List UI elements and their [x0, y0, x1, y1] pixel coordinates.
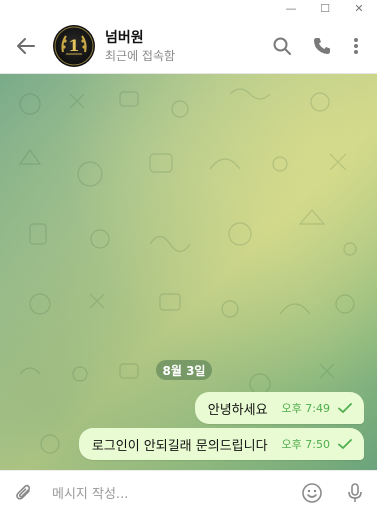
chat-area[interactable]: 8월 3일 안녕하세요 오후 7:49 로그인이 안되길래 문의드립니다 오후 … — [0, 74, 377, 470]
contact-name: 넘버원 — [105, 30, 144, 46]
more-vertical-icon — [354, 38, 358, 54]
chat-header: 1 넘버원 최근에 접속함 — [0, 16, 377, 74]
more-button[interactable] — [346, 36, 366, 56]
call-button[interactable] — [312, 36, 332, 56]
close-window-button[interactable]: ✕ — [346, 0, 372, 16]
message-text: 안녕하세요 — [207, 402, 268, 418]
window-titlebar: — ☐ ✕ — [0, 0, 377, 16]
date-separator: 8월 3일 — [156, 360, 212, 380]
search-icon — [273, 37, 291, 55]
avatar[interactable]: 1 — [53, 25, 95, 67]
attach-icon — [16, 484, 31, 500]
outgoing-message[interactable]: 로그인이 안되길래 문의드립니다 오후 7:50 — [78, 428, 364, 460]
back-arrow-icon — [17, 38, 35, 54]
read-check-icon — [338, 403, 352, 413]
message-input[interactable]: 메시지 작성... — [52, 483, 128, 502]
minimize-button[interactable]: — — [278, 0, 304, 16]
back-button[interactable] — [14, 34, 38, 58]
contact-status: 최근에 접속함 — [105, 49, 176, 63]
message-time: 오후 7:49 — [281, 402, 330, 415]
voice-record-button[interactable] — [344, 482, 366, 504]
message-composer: 메시지 작성... — [0, 470, 377, 512]
outgoing-message[interactable]: 안녕하세요 오후 7:49 — [194, 392, 364, 424]
phone-icon — [314, 38, 330, 54]
svg-text:1: 1 — [68, 36, 79, 55]
laurel-badge-icon: 1 — [54, 26, 94, 66]
read-check-icon — [338, 439, 352, 449]
microphone-icon — [348, 483, 362, 502]
emoji-button[interactable] — [301, 482, 323, 504]
emoji-icon — [302, 483, 322, 503]
message-text: 로그인이 안되길래 문의드립니다 — [91, 438, 268, 454]
maximize-button[interactable]: ☐ — [312, 0, 338, 16]
message-time: 오후 7:50 — [281, 438, 330, 451]
search-button[interactable] — [272, 36, 292, 56]
attach-button[interactable] — [13, 482, 35, 504]
